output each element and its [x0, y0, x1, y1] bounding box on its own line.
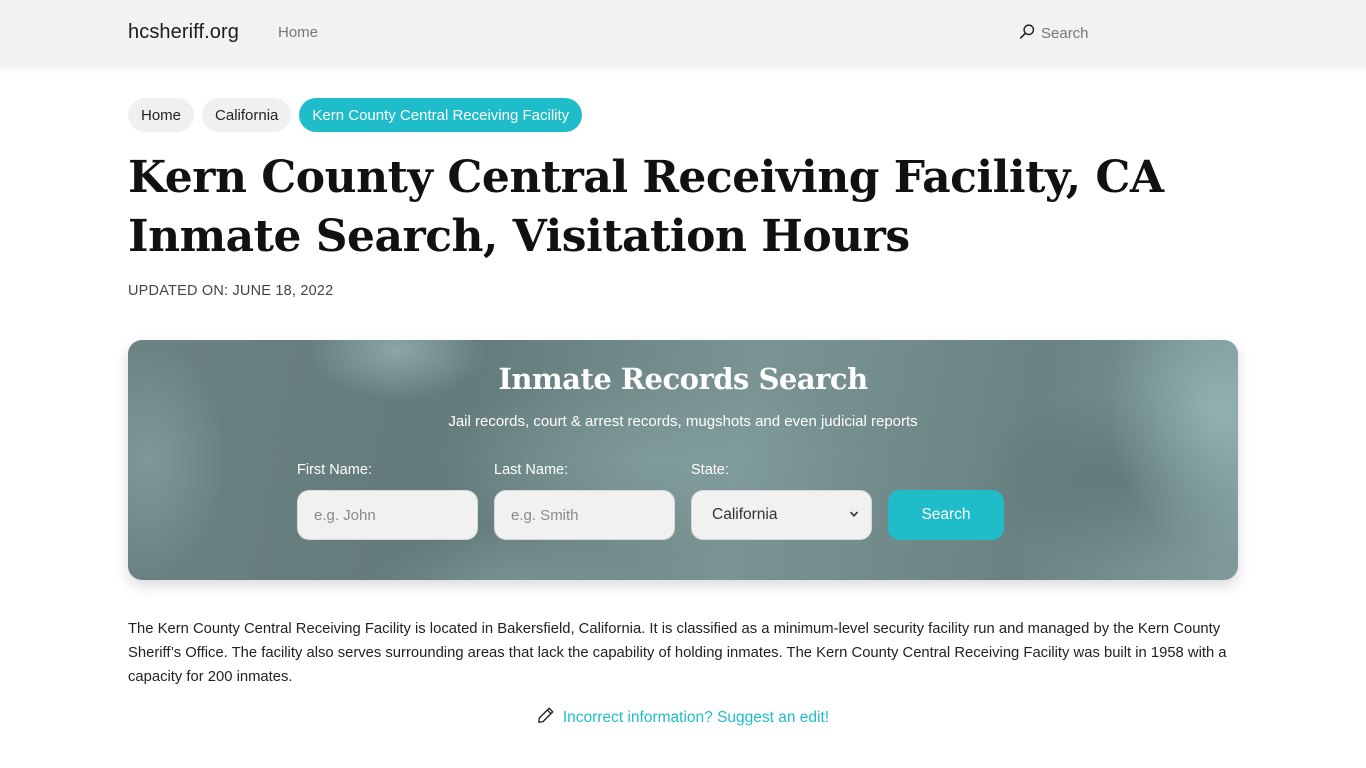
nav-search-label: Search	[1041, 25, 1089, 42]
pencil-icon	[537, 706, 555, 729]
first-name-label: First Name:	[297, 462, 372, 478]
first-name-input[interactable]	[297, 490, 478, 540]
page-title-line-1: Kern County Central Receiving Facility, …	[128, 152, 1164, 203]
page-title-line-2: Inmate Search, Visitation Hours	[128, 211, 910, 262]
search-card-title: Inmate Records Search	[498, 362, 868, 396]
page-title: Kern County Central Receiving Facility, …	[128, 148, 1238, 266]
search-card-subtitle: Jail records, court & arrest records, mu…	[448, 413, 918, 430]
inmate-search-card: Inmate Records Search Jail records, cour…	[128, 340, 1238, 580]
breadcrumb: Home California Kern County Central Rece…	[128, 98, 583, 132]
suggest-edit: Incorrect information? Suggest an edit!	[0, 706, 1366, 729]
facility-description: The Kern County Central Receiving Facili…	[128, 621, 1227, 685]
breadcrumb-california[interactable]: California	[202, 98, 292, 132]
suggest-edit-link[interactable]: Incorrect information? Suggest an edit!	[563, 709, 829, 727]
state-select-value: California	[712, 506, 778, 523]
state-select[interactable]: California	[691, 490, 872, 540]
last-name-label: Last Name:	[494, 462, 569, 478]
nav-search-button[interactable]: Search	[1019, 23, 1089, 44]
search-submit-button[interactable]: Search	[888, 490, 1004, 540]
state-label: State:	[691, 462, 729, 478]
last-name-input[interactable]	[494, 490, 675, 540]
search-icon	[1019, 23, 1036, 44]
breadcrumb-current-facility[interactable]: Kern County Central Receiving Facility	[299, 98, 583, 132]
chevron-down-icon	[849, 506, 859, 524]
navbar: hcsheriff.org Home Search	[0, 0, 1366, 66]
nav-link-home[interactable]: Home	[278, 24, 318, 41]
updated-date: UPDATED ON: JUNE 18, 2022	[128, 283, 334, 299]
site-logo-link[interactable]: hcsheriff.org	[128, 21, 239, 44]
breadcrumb-home[interactable]: Home	[128, 98, 195, 132]
